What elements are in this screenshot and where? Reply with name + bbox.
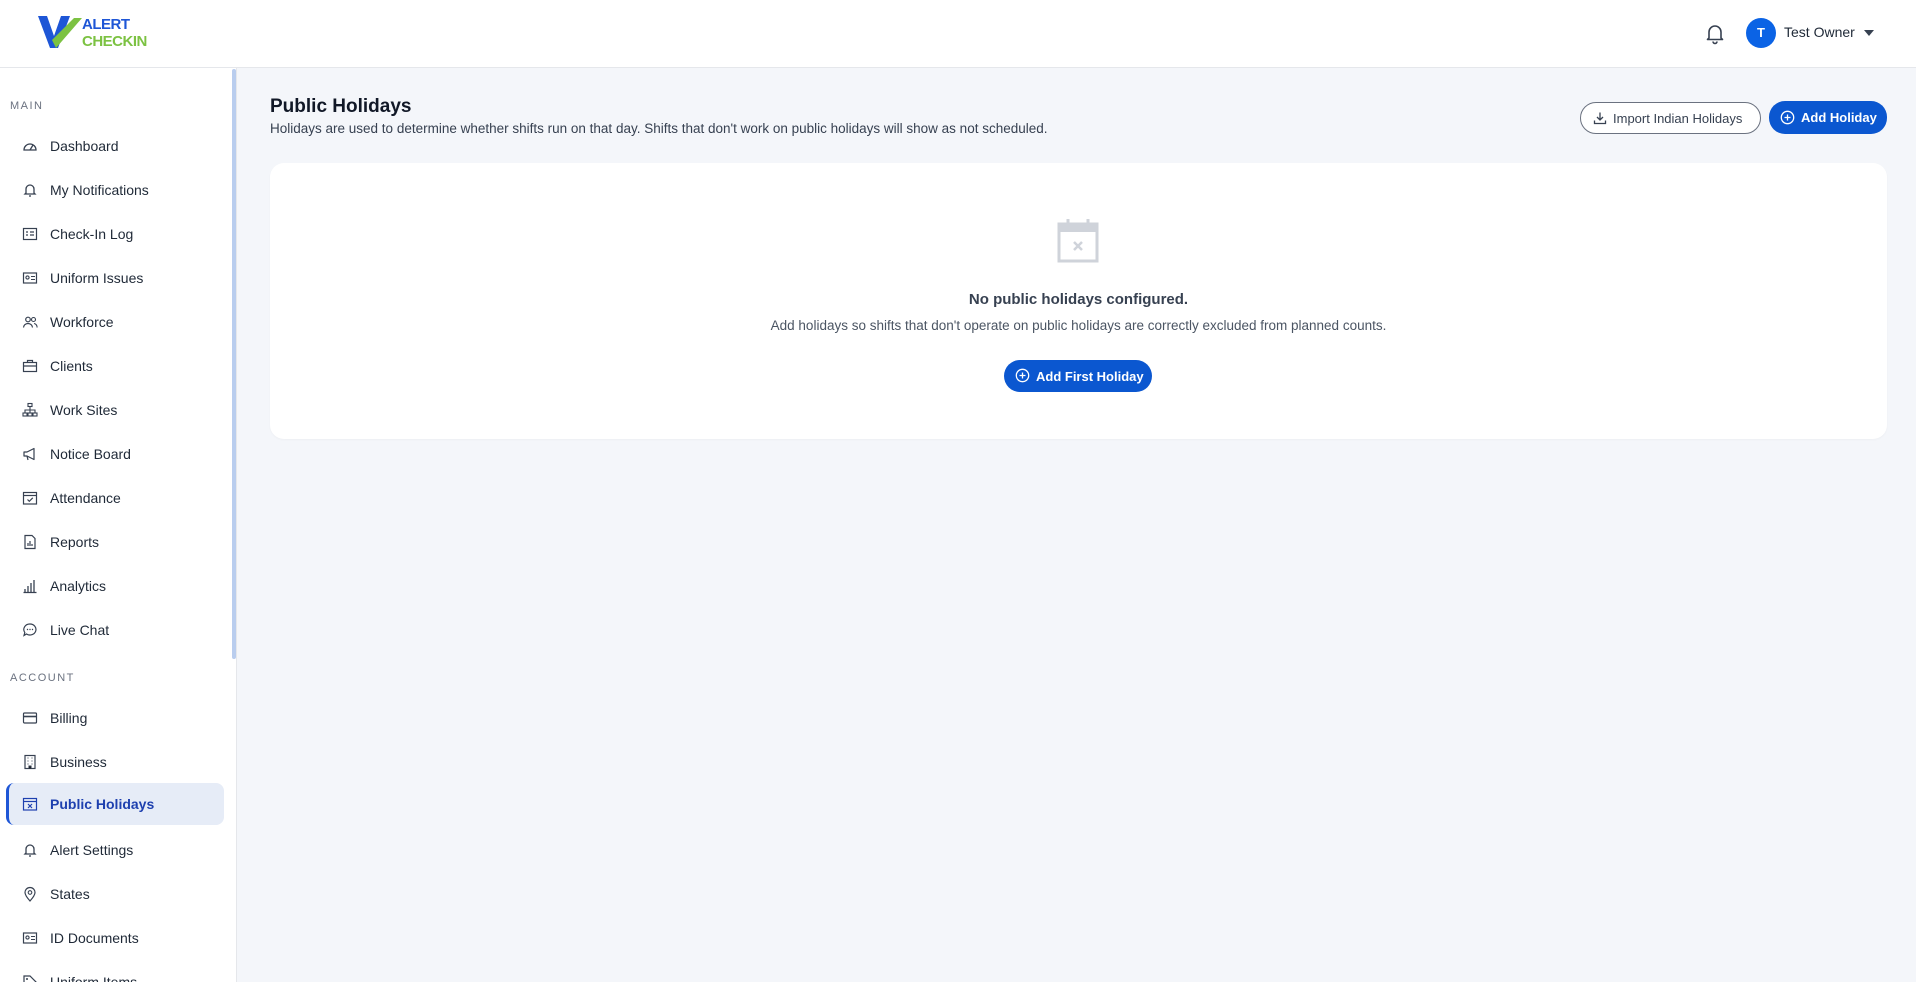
- sidebar-item-label: Public Holidays: [50, 796, 155, 812]
- calendar-x-icon: [22, 797, 38, 811]
- sidebar-item-label: ID Documents: [50, 930, 139, 946]
- sidebar-item-clients[interactable]: Clients: [6, 345, 224, 387]
- add-button-label: Add Holiday: [1801, 110, 1877, 125]
- plus-circle-icon: [1780, 110, 1795, 125]
- sidebar-item-label: Notice Board: [50, 446, 131, 462]
- empty-state-message: Add holidays so shifts that don't operat…: [770, 318, 1387, 333]
- sidebar-item-label: Business: [50, 754, 107, 770]
- section-label-account: ACCOUNT: [10, 672, 75, 684]
- list-icon: [22, 227, 38, 241]
- sidebar-item-label: Alert Settings: [50, 842, 134, 858]
- sidebar: MAIN Dashboard My Notifications Check-In…: [0, 68, 237, 982]
- sidebar-item-label: Workforce: [50, 314, 114, 330]
- logo-text-checkin: CHECKIN: [82, 33, 147, 50]
- sidebar-item-work-sites[interactable]: Work Sites: [6, 389, 224, 431]
- sidebar-item-notice-board[interactable]: Notice Board: [6, 433, 224, 475]
- megaphone-icon: [23, 447, 35, 461]
- sidebar-item-live-chat[interactable]: Live Chat: [6, 609, 224, 651]
- plus-circle-icon: [1015, 368, 1030, 383]
- download-icon: [1593, 112, 1607, 125]
- bell-icon: [23, 184, 37, 197]
- sidebar-item-label: Dashboard: [50, 138, 119, 154]
- id-card-icon: [22, 932, 38, 944]
- sitemap-icon: [22, 402, 38, 417]
- sidebar-item-business[interactable]: Business: [6, 741, 224, 783]
- chat-icon: [23, 623, 37, 637]
- sidebar-item-reports[interactable]: Reports: [6, 521, 224, 563]
- id-card-icon: [22, 272, 38, 284]
- calendar-x-icon: [1057, 219, 1099, 263]
- sidebar-item-label: My Notifications: [50, 182, 149, 198]
- calendar-check-icon: [22, 491, 38, 505]
- sidebar-item-analytics[interactable]: Analytics: [6, 565, 224, 607]
- add-holiday-button[interactable]: Add Holiday: [1769, 101, 1887, 134]
- bell-icon[interactable]: [1703, 21, 1727, 45]
- add-first-holiday-button[interactable]: Add First Holiday: [1004, 360, 1152, 392]
- holidays-card: No public holidays configured. Add holid…: [270, 163, 1887, 439]
- sidebar-item-uniform-issues[interactable]: Uniform Issues: [6, 257, 224, 299]
- page-subtitle: Holidays are used to determine whether s…: [270, 121, 1048, 136]
- sidebar-item-label: Analytics: [50, 578, 107, 594]
- tag-icon: [23, 975, 37, 982]
- chevron-down-icon[interactable]: [1864, 30, 1874, 36]
- page-title: Public Holidays: [270, 96, 412, 117]
- sidebar-item-label: Work Sites: [50, 402, 118, 418]
- credit-card-icon: [22, 712, 38, 724]
- sidebar-item-uniform-items[interactable]: Uniform Items: [6, 961, 224, 982]
- add-first-button-label: Add First Holiday: [1036, 369, 1144, 384]
- alert-checkin-logo[interactable]: ALERT CHECKIN: [38, 14, 156, 54]
- sidebar-item-billing[interactable]: Billing: [6, 697, 224, 739]
- sidebar-item-public-holidays[interactable]: Public Holidays: [6, 783, 224, 825]
- sidebar-item-label: States: [50, 886, 90, 902]
- sidebar-item-label: Reports: [50, 534, 100, 550]
- user-avatar[interactable]: T: [1746, 18, 1776, 48]
- sidebar-item-label: Billing: [50, 710, 88, 726]
- sidebar-item-dashboard[interactable]: Dashboard: [6, 125, 224, 167]
- sidebar-item-label: Clients: [50, 358, 93, 374]
- sidebar-item-alert-settings[interactable]: Alert Settings: [6, 829, 224, 871]
- briefcase-icon: [22, 359, 38, 373]
- import-indian-holidays-button[interactable]: Import Indian Holidays: [1580, 102, 1761, 134]
- sidebar-item-label: Uniform Items: [50, 974, 138, 982]
- section-label-main: MAIN: [10, 100, 44, 112]
- sidebar-item-workforce[interactable]: Workforce: [6, 301, 224, 343]
- user-name[interactable]: Test Owner: [1784, 24, 1855, 40]
- sidebar-item-label: Uniform Issues: [50, 270, 144, 286]
- empty-state-title: No public holidays configured.: [968, 291, 1189, 308]
- sidebar-item-id-documents[interactable]: ID Documents: [6, 917, 224, 959]
- dashboard-gauge-icon: [23, 143, 37, 151]
- building-icon: [24, 754, 36, 770]
- sidebar-item-label: Attendance: [50, 490, 121, 506]
- sidebar-item-label: Live Chat: [50, 622, 110, 638]
- top-header: ALERT CHECKIN T Test Owner: [0, 0, 1916, 68]
- import-button-label: Import Indian Holidays: [1613, 111, 1743, 126]
- users-icon: [22, 316, 38, 328]
- sidebar-item-states[interactable]: States: [6, 873, 224, 915]
- bell-icon: [23, 844, 37, 857]
- logo-mark-icon: [38, 16, 82, 48]
- logo-text-alert: ALERT: [82, 16, 130, 33]
- sidebar-item-label: Check-In Log: [50, 226, 134, 242]
- bar-chart-icon: [23, 580, 37, 594]
- sidebar-item-my-notifications[interactable]: My Notifications: [6, 169, 224, 211]
- map-pin-icon: [24, 886, 36, 902]
- report-icon: [24, 534, 36, 550]
- sidebar-scrollbar[interactable]: [232, 69, 236, 659]
- sidebar-item-check-in-log[interactable]: Check-In Log: [6, 213, 224, 255]
- sidebar-item-attendance[interactable]: Attendance: [6, 477, 224, 519]
